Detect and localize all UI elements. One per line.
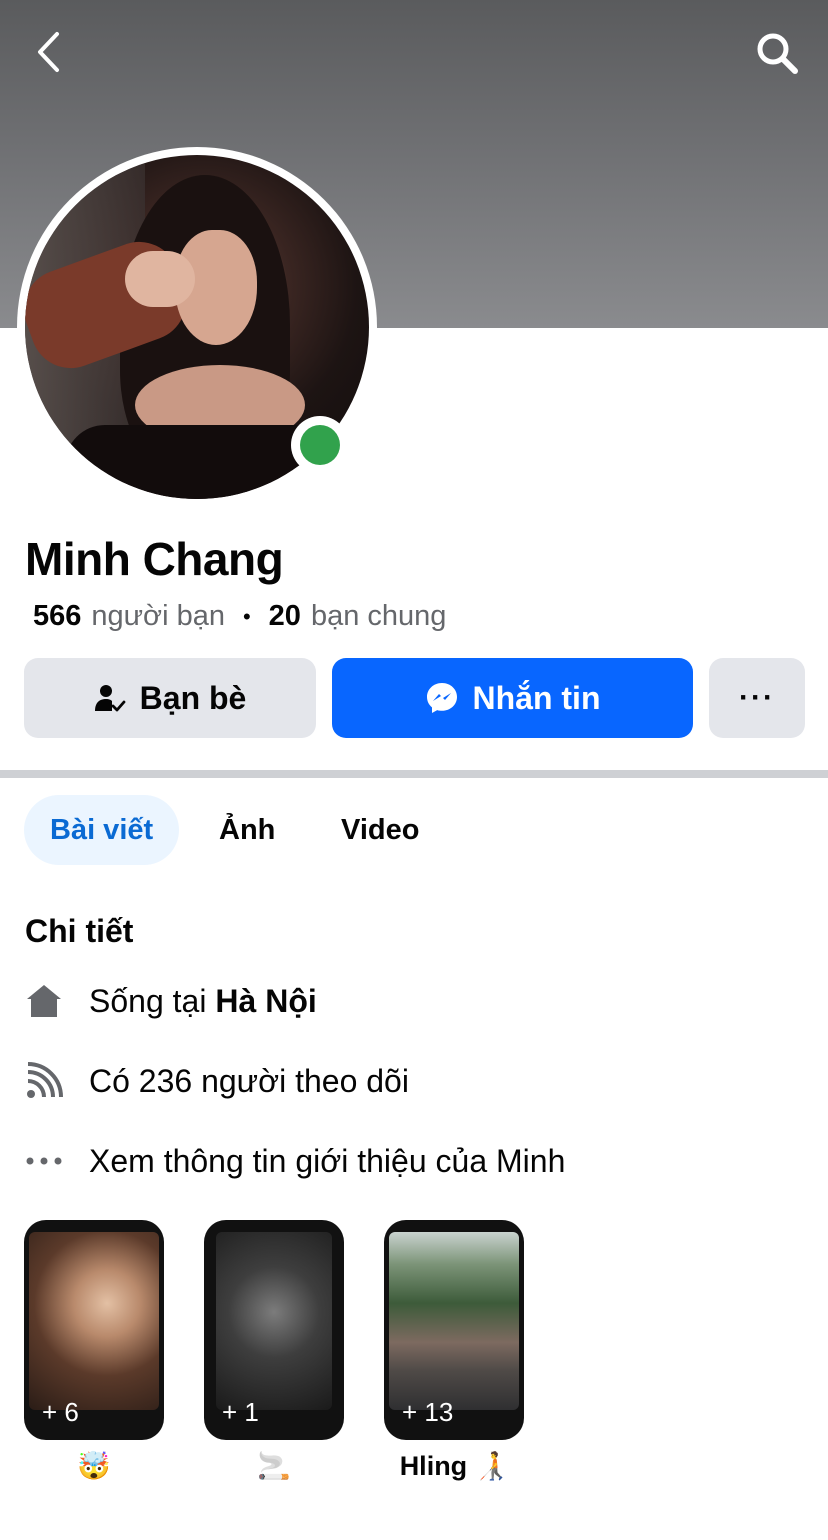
highlight-thumbnail [389,1232,519,1410]
detail-followers[interactable]: Có 236 người theo dõi [24,1056,409,1106]
tab-video[interactable]: Video [341,795,419,865]
highlight-2[interactable]: + 1 [204,1220,344,1440]
followers-text: Có 236 người theo dõi [89,1062,409,1099]
see-about-text: Xem thông tin giới thiệu của Minh [89,1142,566,1179]
friends-button-label: Bạn bè [139,679,247,716]
highlight-label: 🚬 [257,1451,291,1481]
separator-dot: • [242,603,251,629]
mutual-friends-count: 20 [268,600,301,632]
rss-icon [24,1061,64,1101]
highlight-thumbnail [29,1232,159,1410]
lives-in-prefix: Sống tại [89,982,207,1019]
lives-in-city: Hà Nội [215,982,317,1019]
ellipsis-icon: ··· [739,681,775,714]
mutual-friends-label: bạn chung [310,600,447,632]
detail-see-about[interactable]: Xem thông tin giới thiệu của Minh [24,1136,565,1186]
highlight-thumbnail [216,1232,332,1410]
home-icon [24,981,64,1021]
detail-lives-in[interactable]: Sống tại Hà Nội [24,976,317,1026]
ellipsis-icon [24,1141,64,1181]
online-status-indicator [291,416,349,474]
search-icon [757,33,798,74]
highlight-3[interactable]: + 13 [384,1220,524,1440]
friends-count-label: người bạn [91,600,225,632]
message-button-label: Nhắn tin [472,679,601,716]
search-button[interactable] [752,28,802,78]
tab-photos[interactable]: Ảnh [219,795,275,865]
messenger-icon [426,683,457,713]
section-divider [0,770,828,778]
highlight-count: + 6 [42,1397,79,1427]
details-title: Chi tiết [25,913,134,949]
more-options-button[interactable]: ··· [709,658,805,738]
highlight-1[interactable]: + 6 [24,1220,164,1440]
highlight-label: 🤯 [77,1451,111,1481]
profile-name: Minh Chang [25,533,284,585]
highlight-count: + 1 [222,1397,259,1427]
friends-button[interactable]: Bạn bè [24,658,316,738]
chevron-left-icon [38,32,59,72]
friends-count: 566 [33,600,82,632]
person-check-icon [94,685,126,712]
tab-posts[interactable]: Bài viết [24,795,180,865]
message-button[interactable]: Nhắn tin [332,658,693,738]
profile-stats[interactable]: 566 người bạn • 20 bạn chung [33,600,446,633]
highlight-count: + 13 [402,1397,454,1427]
back-button[interactable] [26,30,70,74]
highlight-label: Hling 🧑‍🦯 [399,1451,509,1481]
